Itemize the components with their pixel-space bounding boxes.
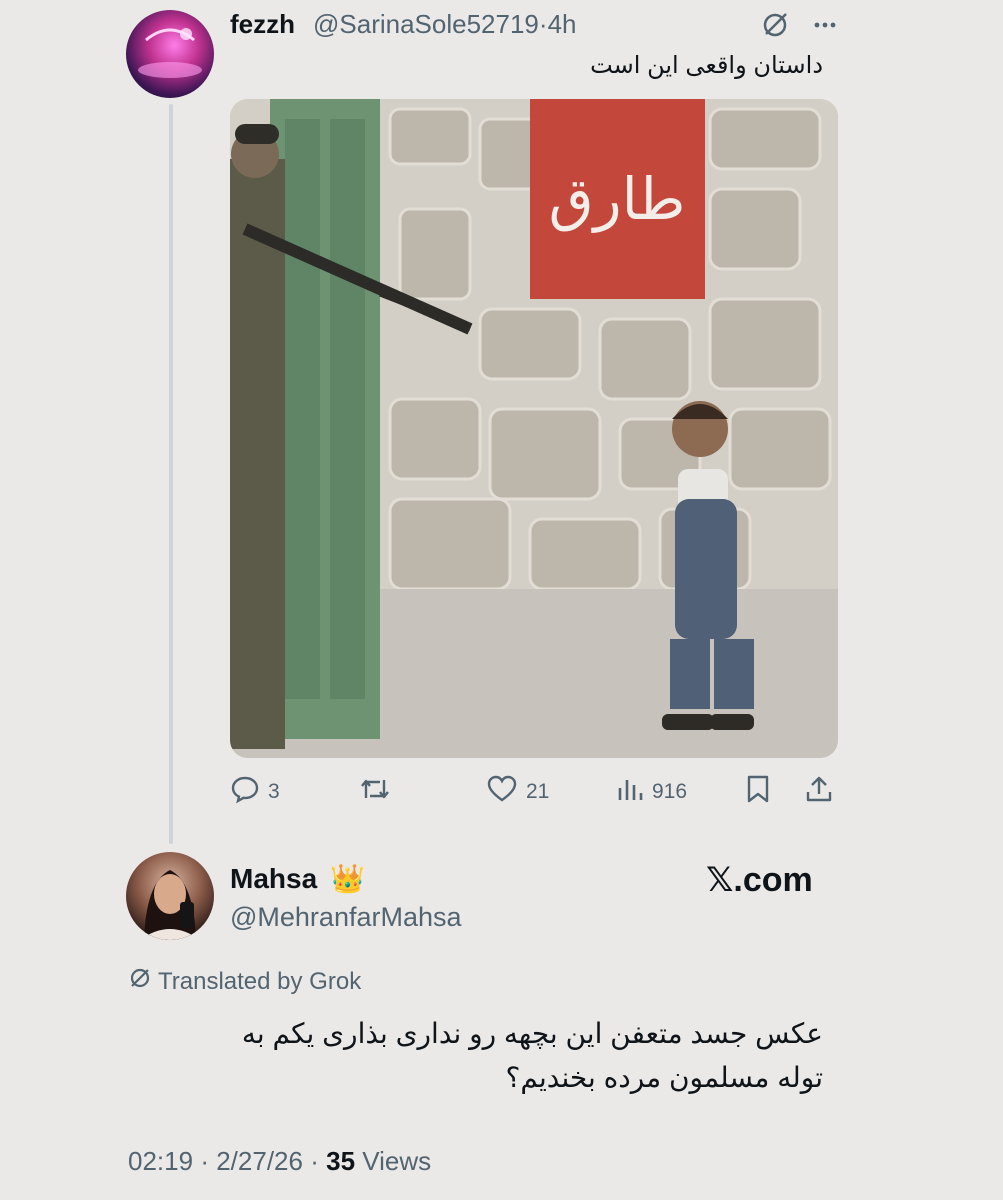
reply-count: 3: [268, 780, 280, 803]
retweet-button[interactable]: [358, 772, 392, 812]
more-icon[interactable]: [810, 10, 840, 40]
grok-icon: [128, 966, 152, 998]
sign-graffiti: طارق: [549, 165, 686, 233]
translated-label: Translated by Grok: [158, 968, 362, 995]
tweet-time[interactable]: 4h: [548, 9, 577, 39]
share-icon: [804, 774, 834, 810]
reply-icon: [230, 774, 260, 810]
bookmark-icon: [744, 774, 772, 810]
views-button[interactable]: 916: [616, 772, 687, 812]
author-name[interactable]: fezzh: [230, 8, 295, 40]
tweet-text: داستان واقعی این است: [590, 52, 823, 79]
grok-icon[interactable]: [760, 10, 790, 40]
like-icon: [486, 774, 518, 810]
avatar-mahsa[interactable]: [126, 852, 214, 940]
separator-dot: ·: [538, 9, 548, 39]
views-label: Views: [362, 1146, 432, 1176]
separator-dot: ·: [200, 1146, 209, 1176]
tweet-text: عکس جسد متعفن این بچهه رو نداری بذاری یک…: [123, 1012, 823, 1100]
author-handle-and-time[interactable]: @SarinaSole52719·4h: [313, 8, 576, 40]
reply-button[interactable]: 3: [230, 772, 280, 812]
views-count: 35: [326, 1146, 356, 1176]
tweet-time[interactable]: 02:19: [128, 1146, 193, 1176]
translated-by-grok[interactable]: Translated by Grok: [128, 966, 361, 998]
author-name[interactable]: Mahsa: [230, 862, 317, 896]
tweet-action-bar: 3 21 916: [230, 772, 838, 812]
bookmark-button[interactable]: [744, 772, 772, 812]
tweet-date[interactable]: 2/27/26: [216, 1146, 303, 1176]
tweet-media-image[interactable]: طارق: [230, 99, 838, 758]
like-button[interactable]: 21: [486, 772, 549, 812]
separator-dot: ·: [310, 1146, 319, 1176]
like-count: 21: [526, 780, 550, 803]
retweet-icon: [358, 774, 392, 810]
tweet-meta: 02:19 · 2/27/26 · 35 Views: [128, 1144, 431, 1178]
x-com-watermark: 𝕏.com: [706, 861, 813, 899]
avatar-fezzh[interactable]: [126, 10, 214, 98]
author-handle[interactable]: @MehranfarMahsa: [230, 900, 462, 934]
share-button[interactable]: [804, 772, 834, 812]
views-count: 916: [652, 780, 688, 803]
author-handle[interactable]: @SarinaSole52719: [313, 9, 539, 39]
views-icon: [616, 774, 644, 810]
thread-connector-line: [169, 104, 173, 844]
tweet-text-line: عکس جسد متعفن این بچهه رو نداری بذاری یک…: [241, 1018, 823, 1049]
crown-emoji: 👑: [330, 863, 365, 894]
tweet-text-line: توله مسلمون مرده بخندیم؟: [505, 1062, 824, 1093]
